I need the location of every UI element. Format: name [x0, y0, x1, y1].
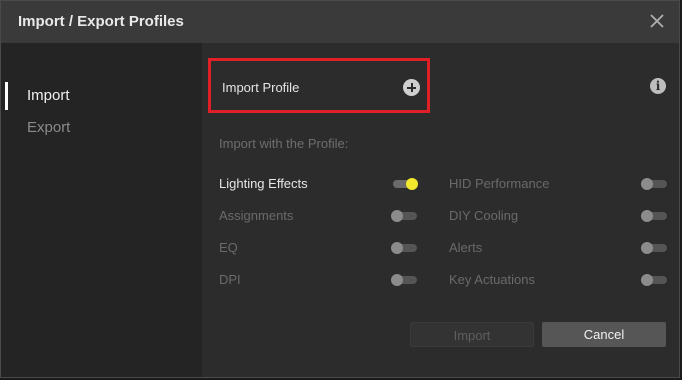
section-label: Import with the Profile: — [219, 136, 349, 151]
option-label-alerts: Alerts — [449, 240, 483, 255]
sidebar: Import Export — [1, 43, 202, 377]
import-profile-row: Import Profile — [208, 58, 430, 113]
plus-circle-icon[interactable] — [403, 79, 420, 96]
option-label-dpi: DPI — [219, 272, 241, 287]
dialog-title: Import / Export Profiles — [18, 13, 184, 30]
title-bar: Import / Export Profiles — [1, 1, 679, 43]
close-icon[interactable] — [647, 11, 667, 31]
sidebar-item-export[interactable]: Export — [27, 119, 70, 136]
toggle-alerts[interactable] — [641, 242, 667, 254]
option-label-lighting-effects: Lighting Effects — [219, 176, 308, 191]
toggle-knob — [391, 274, 403, 286]
toggle-knob — [641, 178, 653, 190]
toggle-knob — [406, 178, 418, 190]
info-icon[interactable]: i — [650, 78, 666, 94]
toggle-lighting-effects[interactable] — [393, 178, 418, 190]
toggle-knob — [641, 210, 653, 222]
option-label-assignments: Assignments — [219, 208, 294, 223]
cancel-button[interactable]: Cancel — [542, 322, 666, 347]
toggle-knob — [391, 210, 403, 222]
toggle-hid-performance[interactable] — [641, 178, 667, 190]
toggle-knob — [641, 274, 653, 286]
toggle-key-actuations[interactable] — [641, 274, 667, 286]
option-label-eq: EQ — [219, 240, 238, 255]
import-button[interactable]: Import — [410, 322, 534, 347]
import-profile-label: Import Profile — [222, 80, 300, 95]
option-label-key-actuations: Key Actuations — [449, 272, 535, 287]
toggle-knob — [641, 242, 653, 254]
toggle-diy-cooling[interactable] — [641, 210, 667, 222]
toggle-dpi[interactable] — [391, 274, 417, 286]
main-panel: Import Profile i Import with the Profile… — [202, 43, 679, 377]
toggle-eq[interactable] — [391, 242, 417, 254]
sidebar-item-import[interactable]: Import — [27, 87, 70, 104]
active-tab-indicator — [5, 82, 8, 110]
option-label-hid-performance: HID Performance — [449, 176, 550, 191]
import-export-dialog: Import / Export Profiles Import Export I… — [0, 0, 680, 378]
option-label-diy-cooling: DIY Cooling — [449, 208, 519, 223]
toggle-assignments[interactable] — [391, 210, 417, 222]
toggle-knob — [391, 242, 403, 254]
